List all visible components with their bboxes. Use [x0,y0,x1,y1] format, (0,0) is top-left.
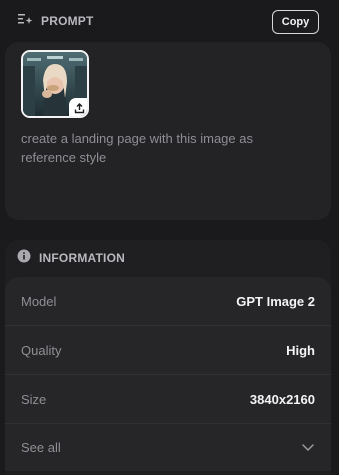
information-section: INFORMATION Model GPT Image 2 Quality Hi… [5,240,331,475]
info-row-model: Model GPT Image 2 [5,277,331,326]
information-table: Model GPT Image 2 Quality High Size 3840… [5,277,331,471]
prompt-text: create a landing page with this image as… [21,131,253,165]
info-label: Quality [21,342,62,358]
prompt-section-title: PROMPT [41,14,94,28]
prompt-details-panel: PROMPT Copy create a landing page with t… [0,0,339,475]
sparkle-list-icon [17,12,33,31]
info-label: Size [21,391,47,407]
info-row-size: Size 3840x2160 [5,375,331,424]
see-all-button[interactable]: See all [5,424,331,471]
upload-icon[interactable] [69,98,87,116]
information-section-title: INFORMATION [39,251,125,265]
copy-button[interactable]: Copy [272,10,319,34]
prompt-header: PROMPT [17,10,94,32]
info-value: GPT Image 2 [236,293,315,309]
prompt-card: create a landing page with this image as… [5,42,331,220]
info-value: 3840x2160 [249,391,315,407]
info-circle-icon [17,249,31,268]
info-row-quality: Quality High [5,326,331,375]
reference-image-thumbnail[interactable] [21,50,89,118]
chevron-down-icon [301,439,315,457]
info-value: High [286,342,315,358]
information-header: INFORMATION [17,248,125,268]
info-label: Model [21,293,57,309]
see-all-label: See all [21,440,61,455]
prompt-section: PROMPT Copy create a landing page with t… [0,0,339,231]
